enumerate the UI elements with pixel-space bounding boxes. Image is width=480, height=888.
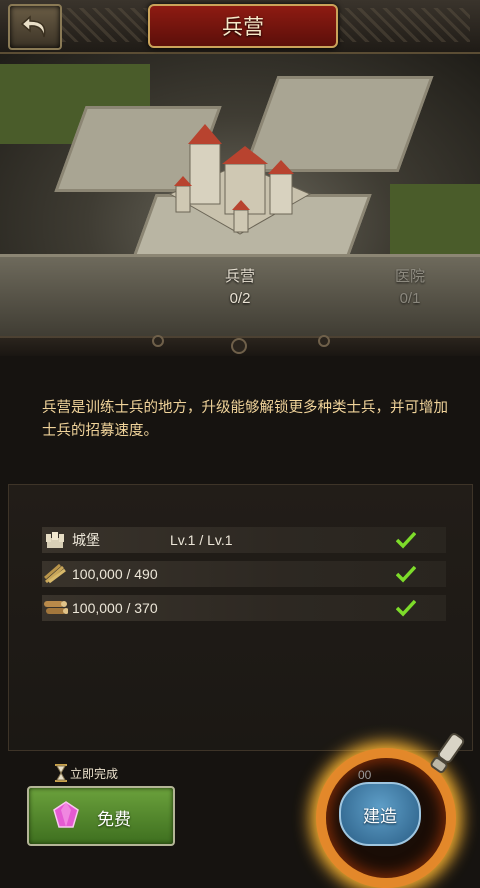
scene-frame-bottom bbox=[0, 335, 480, 356]
barracks-name: 兵营 bbox=[224, 268, 255, 285]
hourglass-icon bbox=[55, 764, 67, 782]
hospital-name: 医院 bbox=[394, 268, 425, 285]
build-button-label: 建造 bbox=[363, 806, 397, 826]
pointer-hand-icon bbox=[430, 733, 465, 773]
page-title: 兵营 bbox=[148, 4, 338, 48]
barracks-label: 兵营 0/2 bbox=[200, 265, 280, 307]
frame-rivet bbox=[231, 338, 247, 354]
free-button[interactable]: 免费 bbox=[27, 786, 175, 846]
ornament-right bbox=[340, 8, 470, 42]
timer-text: 00 bbox=[358, 768, 372, 782]
gem-icon bbox=[53, 801, 79, 828]
castle-icon bbox=[42, 529, 68, 551]
requirement-row: 100,000 / 370 bbox=[42, 595, 446, 621]
frame-rivet bbox=[152, 335, 164, 347]
check-icon bbox=[396, 595, 416, 621]
wheat-icon bbox=[42, 563, 68, 585]
building-scene: 兵营 0/2 医院 0/1 bbox=[0, 54, 480, 338]
instant-complete-label: 立即完成 bbox=[54, 764, 118, 782]
hospital-count: 0/1 bbox=[399, 290, 421, 307]
back-button[interactable] bbox=[8, 4, 62, 50]
top-bar: 兵营 bbox=[0, 0, 480, 54]
instant-complete-text: 立即完成 bbox=[70, 766, 119, 781]
hospital-label[interactable]: 医院 0/1 bbox=[370, 265, 450, 307]
building-description: 兵营是训练士兵的地方，升级能够解锁更多种类士兵，并可增加士兵的招募速度。 bbox=[42, 400, 448, 439]
barracks-building[interactable] bbox=[150, 114, 320, 254]
requirement-row: 城堡 Lv.1 / Lv.1 bbox=[42, 527, 446, 553]
check-icon bbox=[396, 527, 416, 553]
build-button[interactable]: 建造 bbox=[339, 782, 421, 846]
requirement-value: Lv.1 / Lv.1 bbox=[170, 532, 233, 548]
requirement-value: 100,000 / 490 bbox=[72, 566, 158, 582]
requirement-value: 100,000 / 370 bbox=[72, 600, 158, 616]
frame-rivet bbox=[318, 335, 330, 347]
requirement-row: 100,000 / 490 bbox=[42, 561, 446, 587]
back-arrow-icon bbox=[20, 15, 46, 38]
wood-logs-icon bbox=[42, 597, 68, 619]
check-icon bbox=[396, 561, 416, 587]
requirement-name: 城堡 bbox=[72, 532, 100, 548]
free-button-label: 免费 bbox=[97, 810, 131, 829]
barracks-count: 0/2 bbox=[229, 290, 251, 307]
